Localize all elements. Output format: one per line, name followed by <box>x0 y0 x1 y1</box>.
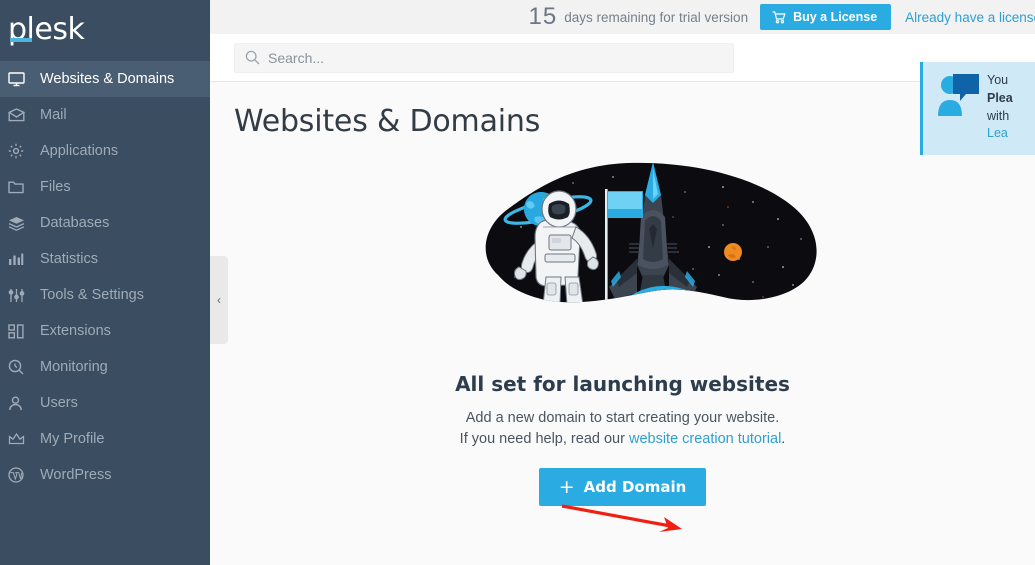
sidebar-item-label: Mail <box>40 107 67 123</box>
sidebar: plesk Websites & Domains Mail Applicatio… <box>0 0 210 565</box>
sidebar-item-mail[interactable]: Mail <box>0 97 210 133</box>
add-domain-button[interactable]: + Add Domain <box>538 468 707 507</box>
sidebar-collapse-handle[interactable]: ‹ <box>210 256 228 344</box>
wordpress-icon <box>8 466 32 484</box>
sidebar-item-wordpress[interactable]: WordPress <box>0 457 210 493</box>
empty-state-heading: All set for launching websites <box>455 372 790 396</box>
sidebar-item-files[interactable]: Files <box>0 169 210 205</box>
empty-state-line-1: Add a new domain to start creating your … <box>465 410 780 426</box>
search-input[interactable] <box>268 49 723 66</box>
notification-line-2: Plea <box>987 90 1013 105</box>
buy-license-label: Buy a License <box>793 10 878 24</box>
empty-state-line-2-suffix: . <box>781 431 786 448</box>
content-area: Websites & Domains All set for launching… <box>210 82 1035 565</box>
sidebar-item-label: Databases <box>40 215 110 231</box>
empty-state-line-2: If you need help, read our website creat… <box>460 429 786 450</box>
plus-icon: + <box>558 475 575 498</box>
already-have-license-link[interactable]: Already have a license <box>905 10 1035 25</box>
sidebar-item-monitoring[interactable]: Monitoring <box>0 349 210 385</box>
folder-icon <box>8 178 32 196</box>
sidebar-item-label: My Profile <box>40 431 105 447</box>
monitor-icon <box>8 70 32 88</box>
notification-learn-more-link[interactable]: Lea <box>987 125 1013 143</box>
chevron-left-icon: ‹ <box>217 293 221 307</box>
sidebar-item-label: WordPress <box>40 467 112 483</box>
notification-line-1: You <box>987 73 1009 87</box>
sidebar-item-label: Users <box>40 395 78 411</box>
sidebar-nav: Websites & Domains Mail Applications Fil… <box>0 61 210 493</box>
sidebar-item-label: Statistics <box>40 251 99 267</box>
plesk-logo-underline <box>10 38 32 42</box>
database-stack-icon <box>8 214 32 232</box>
notification-line-3: with <box>987 108 1010 123</box>
gear-icon <box>8 142 32 160</box>
magnifier-gauge-icon <box>8 358 32 376</box>
sidebar-item-label: Monitoring <box>40 359 108 375</box>
sliders-icon <box>8 286 32 304</box>
empty-state-line-2-prefix: If you need help, read our <box>459 431 629 448</box>
trial-days-text: days remaining for trial version <box>564 9 749 25</box>
envelope-icon <box>8 106 32 124</box>
sidebar-item-extensions[interactable]: Extensions <box>0 313 210 349</box>
sidebar-item-label: Websites & Domains <box>40 71 175 87</box>
user-message-icon <box>933 72 981 155</box>
add-domain-label: Add Domain <box>583 478 687 497</box>
sidebar-item-websites-domains[interactable]: Websites & Domains <box>0 61 210 97</box>
sidebar-item-my-profile[interactable]: My Profile <box>0 421 210 457</box>
add-domain-row: + Add Domain <box>234 468 1011 507</box>
astronaut-space-illustration <box>423 147 823 362</box>
search-box[interactable] <box>234 42 734 73</box>
blocks-icon <box>8 322 32 340</box>
bar-chart-icon <box>8 250 32 268</box>
main-region: 15 days remaining for trial version Buy … <box>210 0 1035 565</box>
empty-state: All set for launching websites Add a new… <box>234 147 1011 507</box>
sidebar-item-label: Extensions <box>40 323 111 339</box>
search-icon <box>245 50 260 65</box>
page-title: Websites & Domains <box>234 104 541 139</box>
sidebar-item-statistics[interactable]: Statistics <box>0 241 210 277</box>
trial-days-count: 15 <box>528 3 558 30</box>
search-bar-row <box>210 34 1035 82</box>
buy-license-button[interactable]: Buy a License <box>760 4 892 30</box>
notification-popup[interactable]: You Plea with Lea <box>920 62 1035 155</box>
sidebar-item-label: Tools & Settings <box>40 287 144 303</box>
sidebar-item-applications[interactable]: Applications <box>0 133 210 169</box>
plesk-logo[interactable]: plesk <box>0 0 210 60</box>
notification-text: You Plea with Lea <box>987 72 1013 155</box>
plesk-control-panel: plesk Websites & Domains Mail Applicatio… <box>0 0 1035 565</box>
sidebar-item-users[interactable]: Users <box>0 385 210 421</box>
crown-icon <box>8 430 32 448</box>
cart-icon <box>772 10 786 24</box>
trial-bar: 15 days remaining for trial version Buy … <box>210 0 1035 34</box>
sidebar-item-label: Files <box>40 179 71 195</box>
person-icon <box>8 394 32 412</box>
sidebar-item-databases[interactable]: Databases <box>0 205 210 241</box>
empty-state-description: Add a new domain to start creating your … <box>460 408 786 450</box>
sidebar-item-tools-settings[interactable]: Tools & Settings <box>0 277 210 313</box>
sidebar-item-label: Applications <box>40 143 119 159</box>
website-creation-tutorial-link[interactable]: website creation tutorial <box>629 431 781 447</box>
